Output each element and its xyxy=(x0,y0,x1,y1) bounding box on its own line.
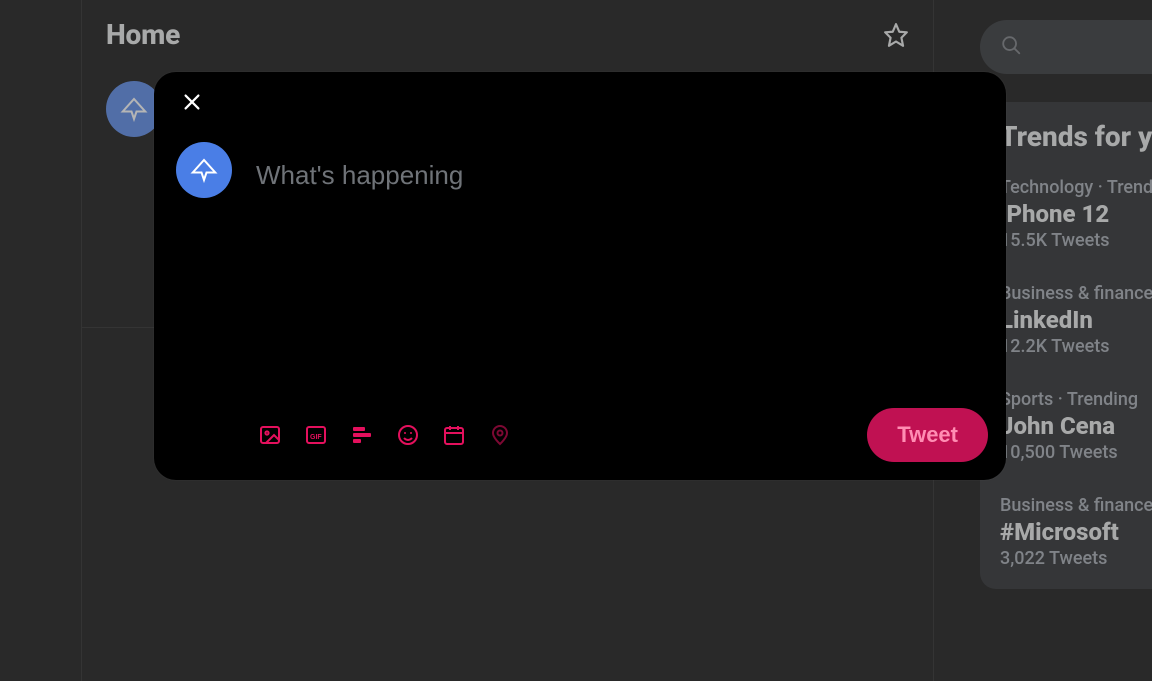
svg-text:GIF: GIF xyxy=(310,434,322,441)
compose-modal: GIF xyxy=(154,72,1006,480)
compose-toolbar: GIF xyxy=(258,423,512,447)
avatar[interactable] xyxy=(176,142,232,198)
schedule-icon[interactable] xyxy=(442,423,466,447)
image-icon[interactable] xyxy=(258,423,282,447)
compose-input[interactable] xyxy=(256,142,988,198)
emoji-icon[interactable] xyxy=(396,423,420,447)
tweet-button[interactable]: Tweet xyxy=(867,408,988,462)
location-icon[interactable] xyxy=(488,423,512,447)
close-button[interactable] xyxy=(176,86,208,118)
poll-icon[interactable] xyxy=(350,423,374,447)
gif-icon[interactable]: GIF xyxy=(304,423,328,447)
